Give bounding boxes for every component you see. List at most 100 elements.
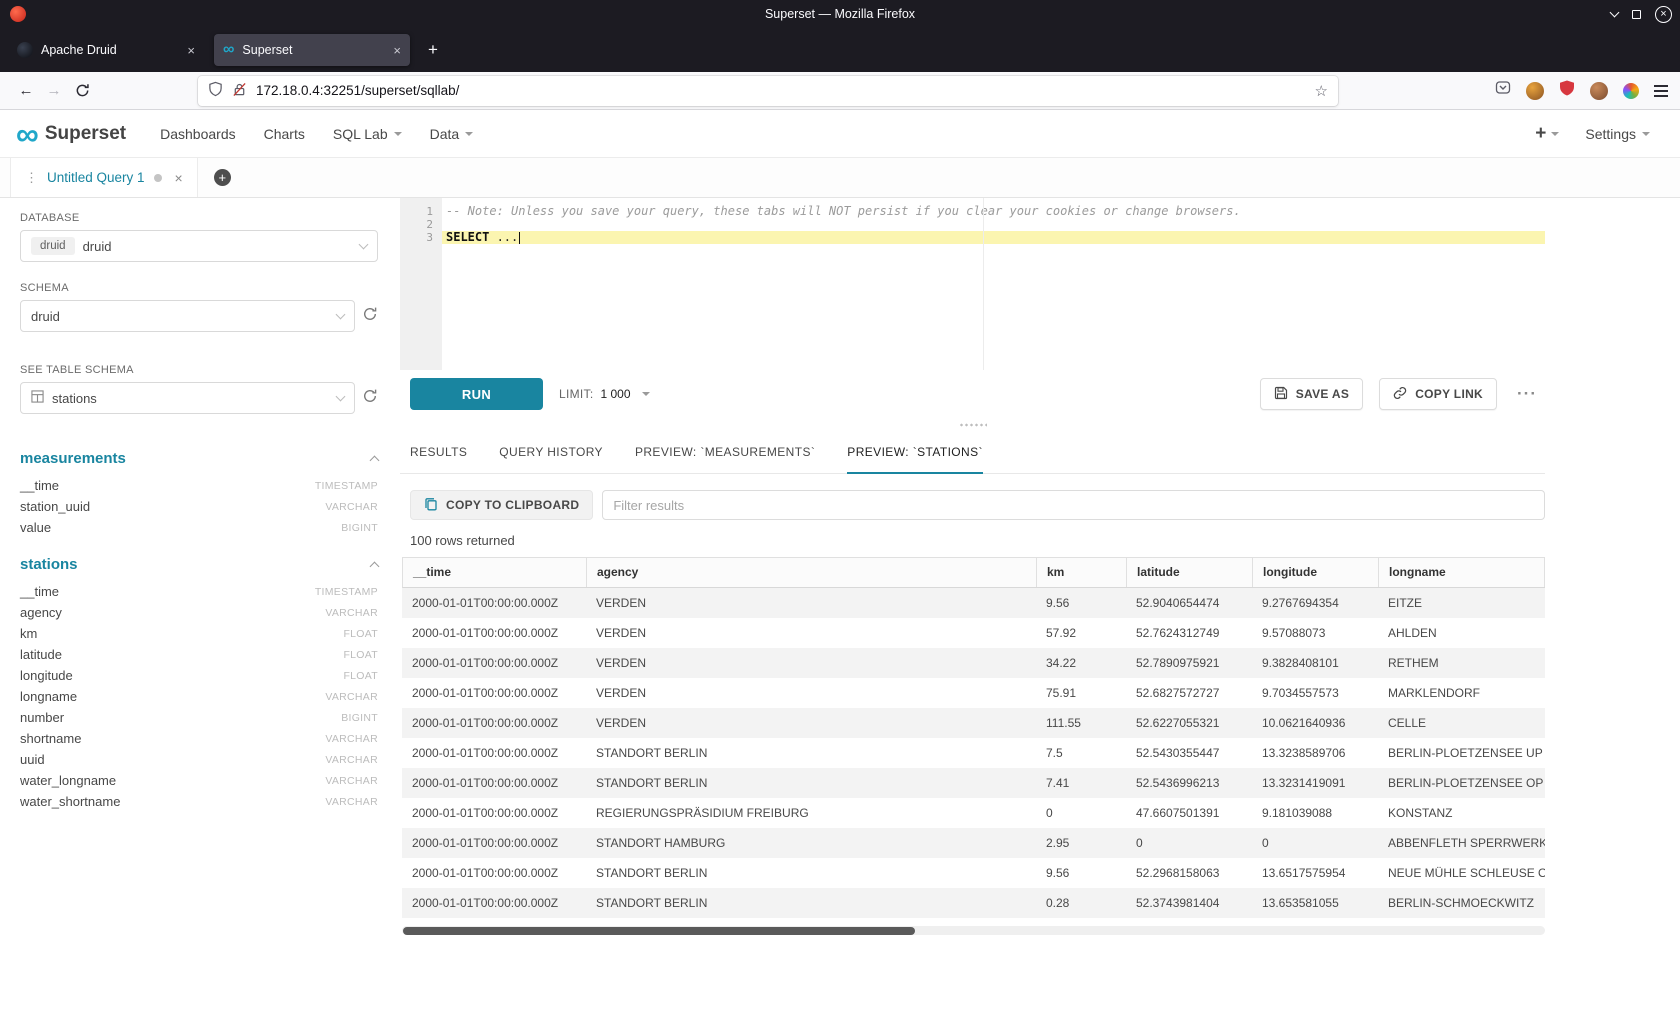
cell-km: 75.91 bbox=[1036, 678, 1126, 708]
nav-item-label: SQL Lab bbox=[333, 126, 388, 142]
scrollbar-thumb[interactable] bbox=[403, 927, 915, 935]
schema-label: SCHEMA bbox=[20, 282, 378, 294]
results-tab[interactable]: QUERY HISTORY bbox=[499, 432, 603, 474]
window-minimize-icon[interactable] bbox=[1610, 8, 1620, 18]
pocket-icon[interactable] bbox=[1495, 80, 1511, 101]
column-name: km bbox=[20, 626, 37, 641]
limit-dropdown[interactable]: LIMIT: 1 000 bbox=[559, 387, 650, 401]
results-tab[interactable]: PREVIEW: `MEASUREMENTS` bbox=[635, 432, 815, 474]
cell-longitude: 0 bbox=[1252, 828, 1378, 858]
table-value: stations bbox=[52, 391, 97, 406]
query-tab[interactable]: Untitled Query 1 bbox=[10, 158, 198, 197]
save-as-button[interactable]: SAVE AS bbox=[1260, 378, 1363, 410]
browser-toolbar-icons bbox=[1495, 80, 1668, 101]
nav-item[interactable]: SQL Lab bbox=[333, 126, 402, 142]
drag-grip-icon[interactable] bbox=[25, 170, 38, 186]
browser-tab-superset[interactable]: Superset bbox=[214, 34, 410, 66]
database-select[interactable]: druid druid bbox=[20, 230, 378, 262]
results-tab-label: PREVIEW: `MEASUREMENTS` bbox=[635, 445, 815, 459]
ublock-shield-icon[interactable] bbox=[1559, 80, 1575, 101]
back-button[interactable] bbox=[12, 77, 40, 105]
table-row: 2000-01-01T00:00:00.000Z VERDEN 57.92 52… bbox=[402, 618, 1545, 648]
more-options-button[interactable] bbox=[1513, 384, 1541, 404]
schema-select[interactable]: druid bbox=[20, 300, 355, 332]
header-cell-longitude[interactable]: longitude bbox=[1253, 558, 1379, 587]
chevron-down-icon bbox=[359, 240, 369, 250]
column-name: __time bbox=[20, 478, 59, 493]
refresh-tables-icon[interactable] bbox=[362, 388, 378, 409]
nav-item[interactable]: Data bbox=[430, 126, 474, 142]
header-cell-km[interactable]: km bbox=[1037, 558, 1127, 587]
extension-pinwheel-icon[interactable] bbox=[1623, 83, 1639, 99]
cell-longitude: 13.3238589706 bbox=[1252, 738, 1378, 768]
settings-menu[interactable]: Settings bbox=[1585, 126, 1650, 142]
table-section-measurements[interactable]: measurements bbox=[20, 450, 378, 467]
cell-latitude: 52.5436996213 bbox=[1126, 768, 1252, 798]
insecure-lock-icon[interactable] bbox=[232, 82, 247, 100]
cell-time: 2000-01-01T00:00:00.000Z bbox=[402, 768, 586, 798]
bookmark-star-icon[interactable] bbox=[1315, 82, 1328, 100]
editor-code[interactable]: -- Note: Unless you save your query, the… bbox=[442, 198, 1545, 370]
column-name: shortname bbox=[20, 731, 81, 746]
cell-time: 2000-01-01T00:00:00.000Z bbox=[402, 648, 586, 678]
column-name: station_uuid bbox=[20, 499, 90, 514]
cell-agency: REGIERUNGSPRÄSIDIUM FREIBURG bbox=[586, 798, 1036, 828]
cell-longitude: 13.653581055 bbox=[1252, 888, 1378, 918]
copy-to-clipboard-button[interactable]: COPY TO CLIPBOARD bbox=[410, 490, 593, 520]
cell-longname: AHLDEN bbox=[1378, 618, 1545, 648]
nav-item[interactable]: Dashboards bbox=[160, 126, 236, 142]
results-tab[interactable]: RESULTS bbox=[410, 432, 467, 474]
header-cell-latitude[interactable]: latitude bbox=[1127, 558, 1253, 587]
tracking-shield-icon[interactable] bbox=[208, 81, 223, 100]
sql-comment-line: -- Note: Unless you save your query, the… bbox=[442, 205, 1545, 218]
header-cell-time[interactable]: __time bbox=[403, 558, 587, 587]
browser-tab-druid[interactable]: Apache Druid bbox=[8, 34, 204, 66]
table-row: 2000-01-01T00:00:00.000Z REGIERUNGSPRÄSI… bbox=[402, 798, 1545, 828]
sql-code-rest: ... bbox=[489, 230, 518, 244]
extension-avatar-icon[interactable] bbox=[1590, 82, 1608, 100]
sql-editor[interactable]: 123 -- Note: Unless you save your query,… bbox=[400, 198, 1545, 370]
run-button[interactable]: RUN bbox=[410, 378, 543, 410]
cell-longitude: 13.3231419091 bbox=[1252, 768, 1378, 798]
table-section-name: measurements bbox=[20, 450, 126, 467]
window-close-icon[interactable] bbox=[1655, 6, 1672, 23]
link-icon bbox=[1393, 386, 1407, 403]
superset-brand[interactable]: Superset bbox=[16, 122, 126, 146]
filter-results-input[interactable] bbox=[602, 490, 1545, 520]
refresh-schema-icon[interactable] bbox=[362, 306, 378, 327]
tab-close-icon[interactable] bbox=[187, 43, 195, 58]
tab-close-icon[interactable] bbox=[393, 43, 401, 58]
new-tab-button[interactable] bbox=[420, 40, 446, 60]
query-tab-close-icon[interactable] bbox=[175, 170, 183, 186]
cell-longname: BERLIN-PLOETZENSEE UP bbox=[1378, 738, 1545, 768]
table-select[interactable]: stations bbox=[20, 382, 355, 414]
table-section-name: stations bbox=[20, 556, 78, 573]
menu-icon[interactable] bbox=[1654, 90, 1668, 92]
url-bar[interactable]: 172.18.0.4:32251/superset/sqllab/ bbox=[198, 76, 1338, 106]
copy-link-button[interactable]: COPY LINK bbox=[1379, 378, 1497, 410]
url-text[interactable]: 172.18.0.4:32251/superset/sqllab/ bbox=[256, 83, 1306, 98]
column-row: water_shortname VARCHAR bbox=[20, 791, 378, 812]
horizontal-scrollbar[interactable] bbox=[402, 926, 1545, 935]
cell-longname: KONSTANZ bbox=[1378, 798, 1545, 828]
window-restore-icon[interactable] bbox=[1632, 10, 1641, 19]
column-type: VARCHAR bbox=[325, 775, 378, 787]
header-cell-agency[interactable]: agency bbox=[587, 558, 1037, 587]
pane-resizer[interactable] bbox=[400, 418, 1545, 432]
table-schema-label: SEE TABLE SCHEMA bbox=[20, 364, 378, 376]
nav-item-label: Charts bbox=[264, 126, 305, 142]
account-avatar-icon[interactable] bbox=[1526, 82, 1544, 100]
add-query-tab-button[interactable] bbox=[214, 169, 231, 186]
add-new-button[interactable] bbox=[1535, 123, 1559, 145]
results-tab[interactable]: PREVIEW: `STATIONS` bbox=[847, 432, 983, 474]
header-cell-longname[interactable]: longname bbox=[1379, 558, 1545, 587]
forward-button[interactable] bbox=[40, 77, 68, 105]
cell-longname: RETHEM bbox=[1378, 648, 1545, 678]
save-as-label: SAVE AS bbox=[1296, 387, 1349, 401]
reload-button[interactable] bbox=[68, 77, 96, 105]
table-section-stations[interactable]: stations bbox=[20, 556, 378, 573]
column-name: longname bbox=[20, 689, 77, 704]
main-area: DATABASE druid druid SCHEMA druid SEE TA… bbox=[0, 198, 1680, 935]
nav-item[interactable]: Charts bbox=[264, 126, 305, 142]
browser-tabbar: Apache Druid Superset bbox=[0, 28, 1680, 72]
